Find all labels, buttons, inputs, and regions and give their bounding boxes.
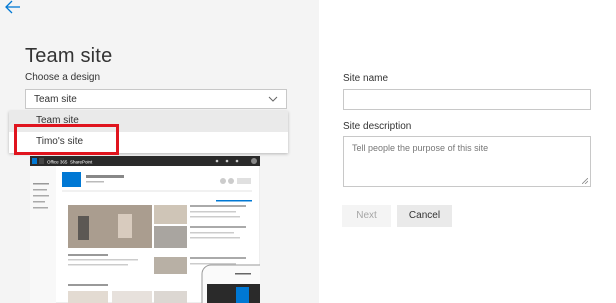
option-timos-site[interactable]: Timo's site bbox=[9, 132, 288, 153]
suite-bar-app1: Office 365 bbox=[47, 160, 68, 165]
option-label: Team site bbox=[36, 115, 79, 126]
suite-bar-app2: SharePoint bbox=[70, 160, 93, 165]
chevron-down-icon bbox=[268, 96, 278, 102]
site-description-placeholder: Tell people the purpose of this site bbox=[352, 143, 489, 153]
resize-grip-icon[interactable] bbox=[582, 178, 588, 184]
choose-design-label: Choose a design bbox=[25, 72, 101, 83]
site-name-input[interactable] bbox=[343, 89, 591, 110]
next-button[interactable]: Next bbox=[342, 205, 391, 227]
cancel-button[interactable]: Cancel bbox=[397, 205, 452, 227]
dropdown-selected-value: Team site bbox=[34, 94, 77, 105]
back-arrow-icon[interactable] bbox=[4, 0, 22, 14]
page-title: Team site bbox=[25, 45, 113, 67]
option-label: Timo's site bbox=[36, 136, 84, 147]
design-dropdown[interactable]: Team site bbox=[25, 89, 287, 109]
site-name-label: Site name bbox=[343, 73, 389, 84]
site-description-textarea[interactable]: Tell people the purpose of this site bbox=[343, 136, 591, 187]
option-team-site[interactable]: Team site bbox=[9, 111, 288, 132]
design-options-list: Team site Timo's site bbox=[9, 111, 288, 153]
site-description-label: Site description bbox=[343, 121, 412, 132]
design-preview-image: Office 365 SharePoint bbox=[30, 156, 260, 303]
